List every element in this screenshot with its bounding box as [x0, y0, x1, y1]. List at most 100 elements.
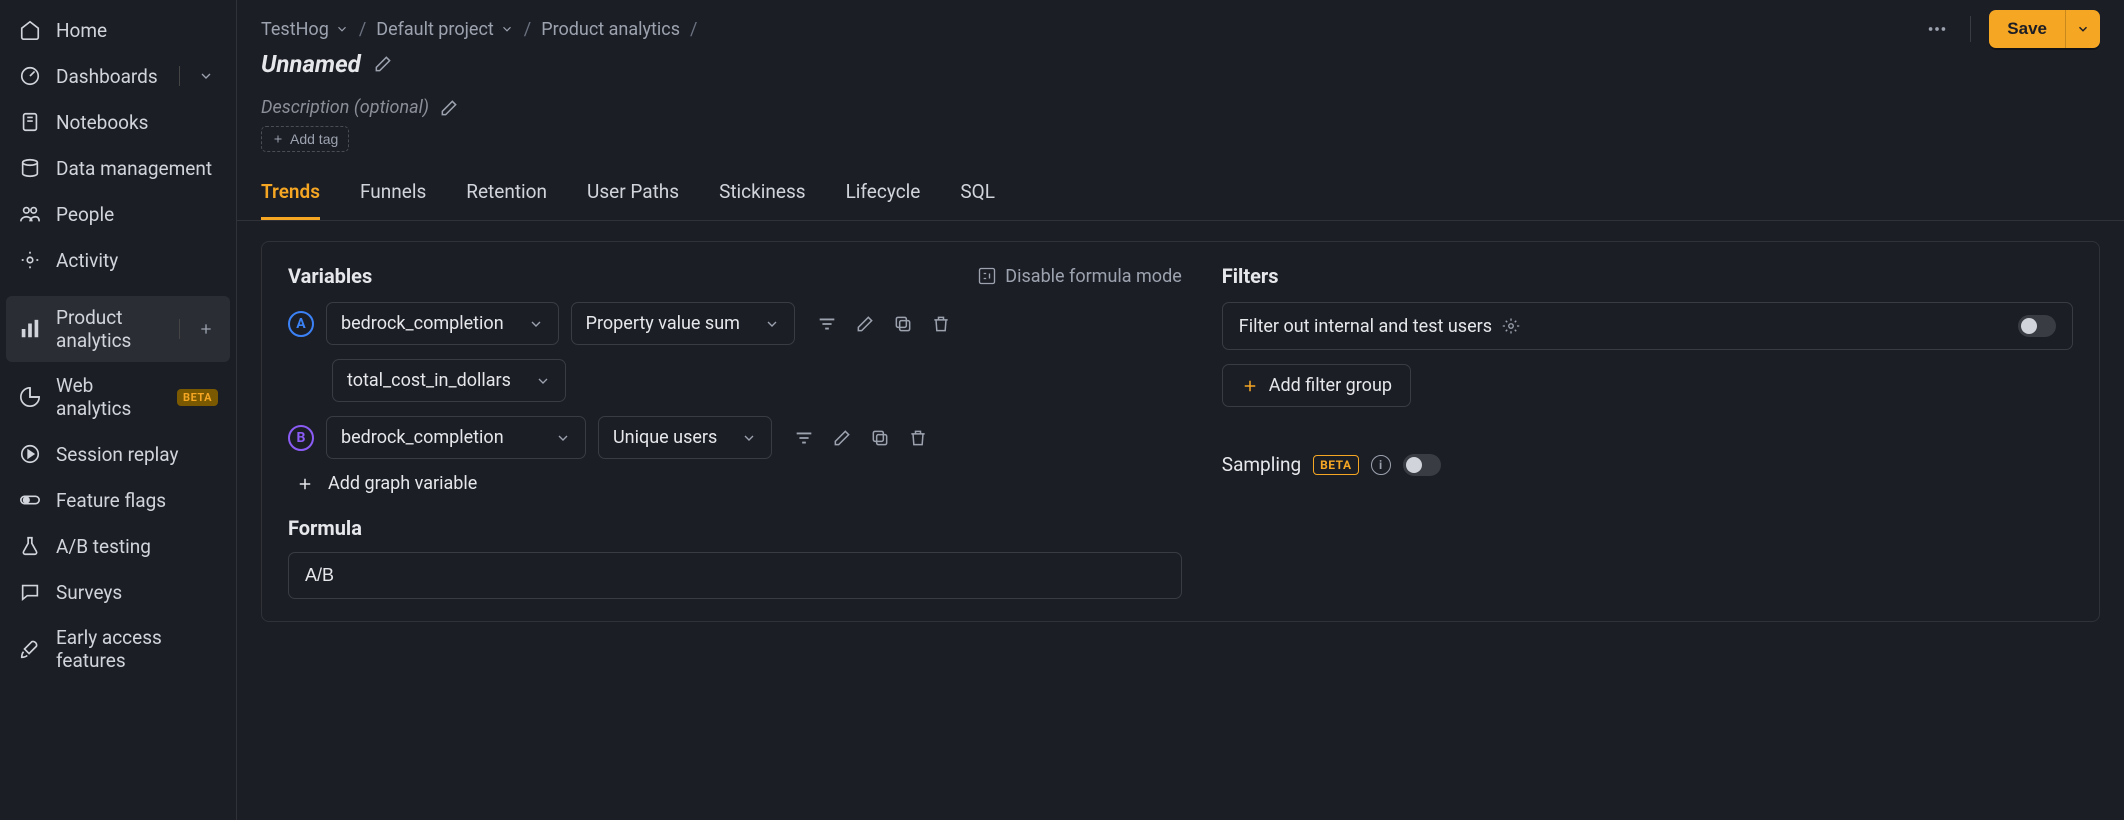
tab-stickiness[interactable]: Stickiness — [719, 166, 806, 220]
copy-icon[interactable] — [891, 312, 915, 336]
pie-chart-icon — [18, 385, 42, 409]
save-button[interactable]: Save — [1989, 10, 2065, 48]
people-icon — [18, 202, 42, 226]
sidebar-item-people[interactable]: People — [6, 192, 230, 236]
tabs: Trends Funnels Retention User Paths Stic… — [237, 166, 2124, 221]
edit-icon[interactable] — [853, 312, 877, 336]
internal-users-filter: Filter out internal and test users — [1222, 302, 2073, 350]
filters-column: Filters Filter out internal and test use… — [1222, 264, 2073, 599]
add-tag-button[interactable]: Add tag — [261, 126, 349, 152]
sidebar-item-notebooks[interactable]: Notebooks — [6, 100, 230, 144]
gauge-icon — [18, 64, 42, 88]
main-content: TestHog / Default project / Product anal… — [237, 0, 2124, 820]
tab-trends[interactable]: Trends — [261, 166, 320, 220]
query-panel: Variables Disable formula mode A bedrock… — [261, 241, 2100, 622]
tab-retention[interactable]: Retention — [466, 166, 547, 220]
save-dropdown-button[interactable] — [2065, 10, 2100, 48]
sidebar-item-dashboards[interactable]: Dashboards — [6, 54, 230, 98]
breadcrumb-crumb[interactable]: TestHog — [261, 19, 349, 40]
description-label: Description (optional) — [261, 97, 429, 118]
breadcrumb-crumb[interactable]: Default project — [376, 19, 514, 40]
activity-icon — [18, 248, 42, 272]
filter-icon[interactable] — [815, 312, 839, 336]
tab-lifecycle[interactable]: Lifecycle — [846, 166, 921, 220]
sidebar-item-web-analytics[interactable]: Web analytics BETA — [6, 364, 230, 430]
tab-funnels[interactable]: Funnels — [360, 166, 426, 220]
flask-icon — [18, 534, 42, 558]
aggregation-select[interactable]: Property value sum — [571, 302, 795, 345]
insight-title: Unnamed — [261, 50, 361, 78]
sidebar: Home Dashboards Notebooks Data managemen… — [0, 0, 237, 820]
sidebar-item-label: Data management — [56, 157, 218, 180]
filter-label: Filter out internal and test users — [1239, 316, 1520, 337]
event-select[interactable]: bedrock_completion — [326, 302, 559, 345]
row-actions — [792, 426, 930, 450]
variable-row: A bedrock_completion Property value sum — [288, 302, 1182, 345]
play-icon — [18, 442, 42, 466]
sidebar-item-surveys[interactable]: Surveys — [6, 570, 230, 614]
sidebar-item-early-access[interactable]: Early access features — [6, 616, 230, 682]
sidebar-item-product-analytics[interactable]: Product analytics — [6, 296, 230, 362]
trash-icon[interactable] — [906, 426, 930, 450]
trash-icon[interactable] — [929, 312, 953, 336]
sidebar-item-session-replay[interactable]: Session replay — [6, 432, 230, 476]
variables-column: Variables Disable formula mode A bedrock… — [288, 264, 1182, 599]
chat-icon — [18, 580, 42, 604]
header-actions: Save — [1922, 10, 2100, 48]
beta-badge: BETA — [1313, 455, 1358, 475]
sidebar-item-ab-testing[interactable]: A/B testing — [6, 524, 230, 568]
sidebar-item-label: Session replay — [56, 443, 218, 466]
breadcrumb-sep: / — [690, 19, 697, 40]
row-actions — [815, 312, 953, 336]
event-select[interactable]: bedrock_completion — [326, 416, 586, 459]
chevron-down-icon[interactable] — [194, 64, 218, 88]
internal-users-toggle[interactable] — [2018, 315, 2056, 337]
tab-sql[interactable]: SQL — [960, 166, 995, 220]
sampling-toggle[interactable] — [1403, 454, 1441, 476]
edit-description-button[interactable] — [439, 98, 459, 118]
sidebar-item-feature-flags[interactable]: Feature flags — [6, 478, 230, 522]
sidebar-item-label: A/B testing — [56, 535, 218, 558]
toggle-icon — [18, 488, 42, 512]
property-row: total_cost_in_dollars — [332, 359, 1182, 402]
rocket-icon — [18, 637, 42, 661]
info-icon[interactable]: i — [1371, 455, 1391, 475]
sidebar-item-label: Home — [56, 19, 218, 42]
plus-icon — [1241, 377, 1259, 395]
chevron-down-icon — [335, 22, 349, 36]
divider — [1970, 16, 1971, 42]
add-variable-button[interactable]: Add graph variable — [296, 473, 1182, 494]
bar-chart-icon — [18, 317, 42, 341]
divider — [179, 319, 180, 339]
chevron-down-icon — [500, 22, 514, 36]
plus-icon[interactable] — [194, 317, 218, 341]
sidebar-item-label: Notebooks — [56, 111, 218, 134]
add-filter-group-button[interactable]: Add filter group — [1222, 364, 1411, 407]
tab-user-paths[interactable]: User Paths — [587, 166, 679, 220]
plus-icon — [272, 133, 284, 145]
more-icon[interactable] — [1922, 14, 1952, 44]
formula-icon — [977, 266, 997, 286]
filter-icon[interactable] — [792, 426, 816, 450]
variable-letter-a: A — [288, 311, 314, 337]
sidebar-item-activity[interactable]: Activity — [6, 238, 230, 282]
chevron-down-icon — [741, 430, 757, 446]
sidebar-item-data-management[interactable]: Data management — [6, 146, 230, 190]
gear-icon[interactable] — [1502, 317, 1520, 335]
breadcrumb-crumb[interactable]: Product analytics — [541, 19, 680, 40]
edit-title-button[interactable] — [373, 54, 393, 74]
formula-title: Formula — [288, 516, 1182, 540]
copy-icon[interactable] — [868, 426, 892, 450]
aggregation-select[interactable]: Unique users — [598, 416, 772, 459]
edit-icon[interactable] — [830, 426, 854, 450]
disable-formula-button[interactable]: Disable formula mode — [977, 266, 1181, 287]
sampling-row: Sampling BETA i — [1222, 453, 2073, 476]
sidebar-item-label: Product analytics — [56, 306, 165, 352]
sidebar-item-label: Surveys — [56, 581, 218, 604]
sidebar-item-home[interactable]: Home — [6, 8, 230, 52]
chevron-down-icon — [555, 430, 571, 446]
breadcrumb: TestHog / Default project / Product anal… — [261, 19, 697, 40]
variables-title: Variables — [288, 264, 372, 288]
formula-input[interactable] — [288, 552, 1182, 599]
property-select[interactable]: total_cost_in_dollars — [332, 359, 566, 402]
